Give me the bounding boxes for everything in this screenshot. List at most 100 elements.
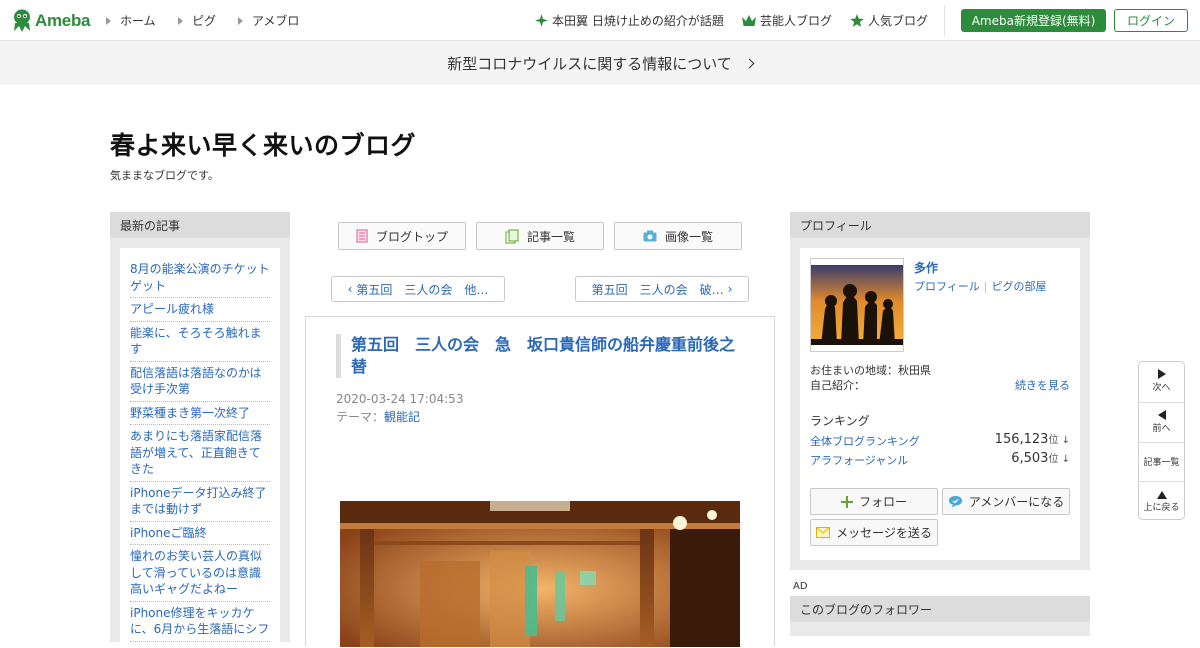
speech-bubble-icon (948, 496, 962, 508)
nav-pig[interactable]: ピグ (178, 12, 216, 29)
follow-label: フォロー (858, 495, 907, 509)
ameba-logo[interactable]: Ameba (11, 8, 90, 33)
recent-article-link[interactable]: 野菜種まき第一次終了 (130, 402, 270, 425)
login-button[interactable]: ログイン (1114, 9, 1188, 32)
image-list-button[interactable]: 画像一覧 (614, 222, 742, 250)
popular-blog-link[interactable]: 人気ブログ (850, 12, 928, 29)
ranking-row: アラフォージャンル 6,503位 ↓ (810, 450, 1070, 468)
ranking-overall-number: 156,123 (994, 432, 1049, 447)
profile-box: 多作 プロフィール | ピグの部屋 お住まいの地域：秋田県 自己紹介： 続きを見る … (800, 248, 1080, 560)
article-card: 第五回 三人の会 急 坂口貴信師の船弁慶重前後之替 2020-03-24 17:… (305, 316, 775, 647)
profile-heading: プロフィール (790, 212, 1090, 238)
crown-icon (742, 14, 756, 26)
article-title[interactable]: 第五回 三人の会 急 坂口貴信師の船弁慶重前後之替 (351, 334, 741, 378)
ranking-genre-link[interactable]: アラフォージャンル (810, 454, 908, 467)
avatar[interactable] (810, 258, 904, 352)
recent-article-link[interactable]: 配信落語は落語なのかは受け手次第 (130, 362, 270, 402)
profile-links: プロフィール | ピグの部屋 (914, 278, 1047, 294)
envelope-icon (816, 527, 831, 538)
ranking-genre-value: 6,503位 ↓ (1011, 450, 1070, 466)
profile-link[interactable]: プロフィール (914, 280, 980, 293)
message-label: メッセージを送る (836, 526, 932, 540)
blog-title[interactable]: 春よ来い早く来いのブログ (110, 126, 416, 162)
ranking-heading: ランキング (810, 414, 870, 428)
recent-article-link[interactable]: 8月の能楽公演のチケットゲット (130, 258, 270, 298)
camera-icon (643, 230, 657, 242)
sidenav-article-list-label: 記事一覧 (1143, 458, 1180, 468)
article-theme-link[interactable]: 観能記 (384, 410, 420, 424)
ad-label: AD (793, 581, 808, 592)
recent-article-link[interactable]: iPhone修理をキッカケに、6月から生落語にシフ (130, 602, 270, 642)
amember-label: アメンバーになる (968, 495, 1065, 509)
plus-icon (840, 495, 853, 508)
avatar-image (811, 259, 903, 351)
profile-more-link[interactable]: 続きを見る (1015, 377, 1070, 393)
nav-home-label: ホーム (120, 14, 156, 28)
link-divider: | (983, 280, 988, 293)
article-list-label: 記事一覧 (526, 229, 575, 244)
covid-info-text: 新型コロナウイルスに関する情報について (447, 54, 732, 73)
sidenav-article-list-button[interactable]: 記事一覧 (1139, 442, 1184, 482)
top-header: Ameba ホーム ピグ アメブロ 本田翼 日焼け止めの紹介が話題 芸能人ブログ… (0, 0, 1200, 41)
next-article-label: 第五回 三人の会 破… (591, 282, 724, 297)
followers-panel: このブログのフォロワー (790, 596, 1090, 636)
amember-button[interactable]: アメンバーになる (942, 488, 1070, 515)
covid-info-banner[interactable]: 新型コロナウイルスに関する情報について (0, 41, 1200, 85)
nav-home[interactable]: ホーム (106, 12, 156, 29)
triangle-right-icon (106, 16, 111, 25)
recent-article-link[interactable]: 能楽に、そろそろ触れます (130, 322, 270, 362)
recent-article-link[interactable]: 憧れのお笑い芸人の真似して滑っているのは意識高いギャグだよねー (130, 545, 270, 602)
next-article-button[interactable]: 第五回 三人の会 破… › (575, 276, 749, 302)
article-list-button[interactable]: 記事一覧 (476, 222, 604, 250)
nav-ameblo[interactable]: アメブロ (238, 12, 299, 29)
copy-icon (505, 229, 519, 243)
trend-link[interactable]: 本田翼 日焼け止めの紹介が話題 (535, 12, 724, 29)
prev-article-label: 第五回 三人の会 他… (356, 282, 489, 297)
profile-area: お住まいの地域：秋田県 (810, 364, 931, 377)
recent-articles-panel: 最新の記事 8月の能楽公演のチケットゲット アピール疲れ様 能楽に、そろそろ触れ… (110, 212, 290, 648)
back-to-top-label: 上に戻る (1143, 503, 1180, 513)
article-title-block: 第五回 三人の会 急 坂口貴信師の船弁慶重前後之替 (336, 334, 741, 378)
logo-text: Ameba (35, 10, 91, 30)
floating-nav: 次へ 前へ 記事一覧 上に戻る (1138, 361, 1185, 520)
ranking-row: 全体ブログランキング 156,123位 ↓ (810, 432, 1070, 449)
article-theme-prefix: テーマ： (336, 410, 385, 424)
blog-top-button[interactable]: ブログトップ (338, 222, 466, 250)
followers-heading: このブログのフォロワー (790, 596, 1090, 622)
sparkle-icon (535, 14, 548, 27)
recent-articles-list: 8月の能楽公演のチケットゲット アピール疲れ様 能楽に、そろそろ触れます 配信落… (120, 248, 280, 648)
arrow-right-icon (1157, 369, 1166, 379)
prev-article-button[interactable]: ‹ 第五回 三人の会 他… (331, 276, 505, 302)
arrow-up-icon (1156, 491, 1167, 499)
next-page-label: 次へ (1152, 383, 1171, 393)
ameba-mascot-icon (14, 9, 30, 32)
signup-button[interactable]: Ameba新規登録(無料) (961, 9, 1106, 32)
recent-article-link[interactable]: あまりにも落語家配信落語が増えて、正直飽きてきた (130, 425, 270, 482)
follow-button[interactable]: フォロー (810, 488, 938, 515)
triangle-right-icon (178, 16, 183, 25)
article-date: 2020-03-24 17:04:53 (336, 392, 464, 406)
star-icon (850, 14, 864, 27)
chevron-right-icon: › (727, 282, 733, 296)
noh-stage-photo (340, 501, 740, 647)
prev-page-button[interactable]: 前へ (1139, 402, 1184, 442)
ranking-overall-link[interactable]: 全体ブログランキング (810, 435, 920, 448)
image-list-label: 画像一覧 (664, 229, 713, 244)
recent-article-link[interactable]: iPhoneご臨終 (130, 522, 270, 545)
article-theme: テーマ：観能記 (336, 408, 420, 425)
profile-name[interactable]: 多作 (914, 259, 938, 276)
ranking-overall-unit: 位 ↓ (1048, 435, 1070, 446)
chevron-right-icon (744, 58, 755, 68)
nav-pig-label: ピグ (192, 14, 217, 28)
blog-description: 気ままなブログです。 (110, 169, 219, 182)
article-photo[interactable] (340, 501, 740, 647)
back-to-top-button[interactable]: 上に戻る (1139, 481, 1184, 521)
recent-articles-heading: 最新の記事 (110, 212, 290, 238)
recent-article-link[interactable]: iPhoneデータ打込み終了までは動けず (130, 482, 270, 522)
next-page-button[interactable]: 次へ (1139, 362, 1184, 402)
celeb-blog-link[interactable]: 芸能人ブログ (742, 12, 832, 29)
recent-article-link[interactable]: アピール疲れ様 (130, 298, 270, 322)
message-button[interactable]: メッセージを送る (810, 519, 938, 546)
celeb-blog-label: 芸能人ブログ (760, 14, 833, 28)
pig-room-link[interactable]: ピグの部屋 (992, 280, 1047, 293)
